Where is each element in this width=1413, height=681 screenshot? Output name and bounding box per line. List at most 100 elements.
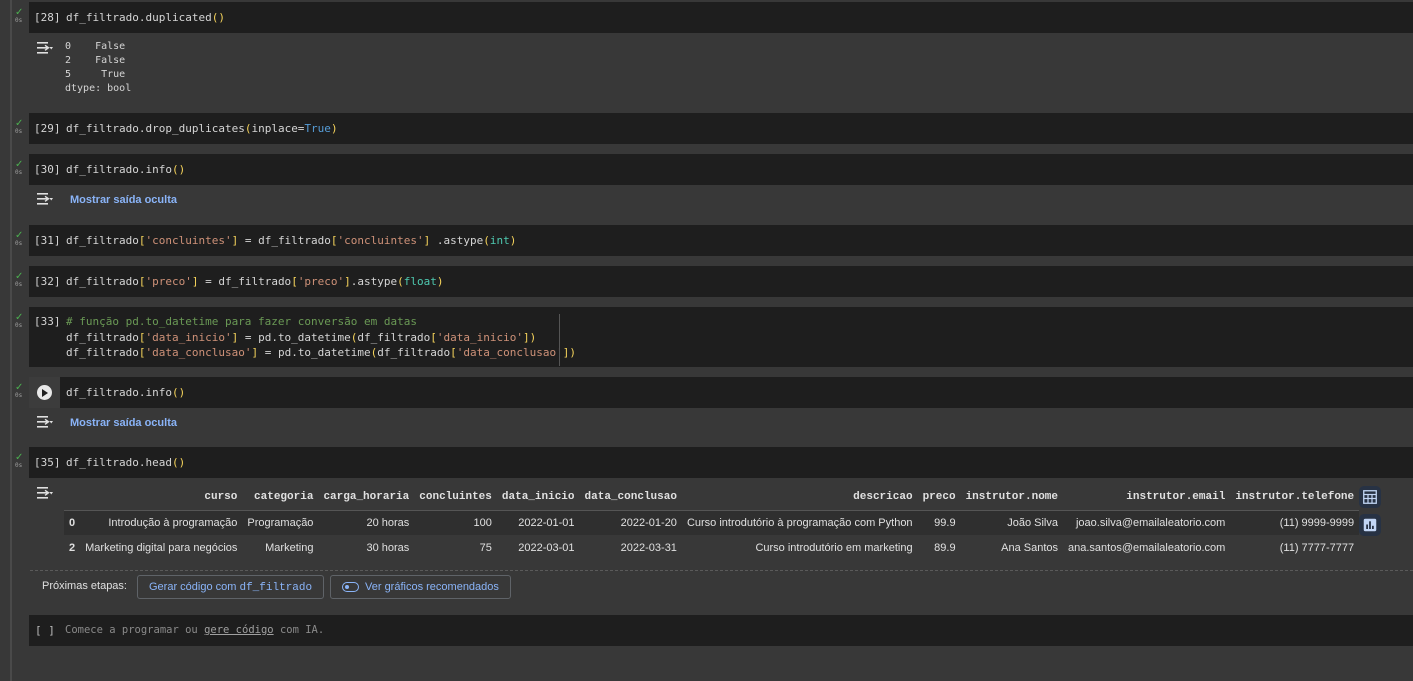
- code-line[interactable]: df_filtrado['preco'] = df_filtrado['prec…: [66, 274, 444, 290]
- code-line[interactable]: df_filtrado.drop_duplicates(inplace=True…: [66, 121, 338, 137]
- suggest-charts-button[interactable]: [1359, 514, 1381, 536]
- output-text: 0 False 2 False 5 True dtype: bool: [65, 41, 132, 94]
- convert-to-interactive-table-button[interactable]: [1359, 486, 1381, 508]
- divider: [30, 570, 1413, 571]
- code-cell-30[interactable]: ✓ 0s [30] df_filtrado.info() Mostrar saíd…: [12, 154, 1413, 216]
- code-comment: # função pd.to_datetime para fazer conve…: [66, 315, 417, 328]
- row-index: 2: [69, 541, 76, 554]
- code-placeholder[interactable]: Comece a programar ou gere código com IA…: [65, 624, 324, 636]
- table-cell: Ana Santos: [1001, 541, 1058, 554]
- table-cell: 2022-01-20: [620, 516, 677, 529]
- status-icon: ✓ 0s: [15, 271, 24, 289]
- execution-count: [32]: [34, 275, 61, 288]
- code-cell-35[interactable]: ✓ 0s [35] df_filtrado.head(): [12, 447, 1413, 478]
- table-cell: (11) 9999-9999: [1279, 516, 1355, 529]
- row-index: 0: [69, 516, 76, 529]
- check-icon: ✓: [15, 452, 24, 463]
- execution-count: [31]: [34, 234, 61, 247]
- code-block[interactable]: # função pd.to_datetime para fazer conve…: [66, 314, 576, 361]
- table-cell: 99.9: [934, 516, 956, 529]
- column-header: concluintes: [414, 485, 497, 511]
- generate-code-button[interactable]: Gerar código com df_filtrado: [137, 575, 325, 599]
- table-cell: ana.santos@emailaleatorio.com: [1068, 541, 1226, 554]
- status-icon: ✓ 0s: [15, 7, 24, 25]
- column-header: carga_horaria: [318, 485, 415, 511]
- table-cell: 75: [479, 541, 492, 554]
- cell-output: 0 False 2 False 5 True dtype: bool: [29, 33, 1413, 99]
- run-cell-button[interactable]: [29, 377, 60, 408]
- table-cell: 30 horas: [366, 541, 410, 554]
- code-cell-29[interactable]: ✓ 0s [29] df_filtrado.drop_duplicates(inp…: [12, 113, 1413, 144]
- code-line[interactable]: df_filtrado.head(): [66, 455, 185, 471]
- table-cell: 20 horas: [366, 516, 410, 529]
- show-hidden-output-link[interactable]: Mostrar saída oculta: [70, 417, 177, 429]
- table-cell: Marketing digital para negócios: [85, 541, 238, 554]
- table-cell: Marketing: [265, 541, 314, 554]
- status-icon: ✓ 0s: [15, 312, 24, 330]
- code-editor[interactable]: df_filtrado.info(): [29, 377, 1413, 408]
- table-cell: Curso introdutório em marketing: [755, 541, 913, 554]
- column-header: curso: [80, 485, 243, 511]
- code-line[interactable]: df_filtrado.info(): [66, 162, 185, 178]
- check-icon: ✓: [15, 230, 24, 241]
- next-steps-label: Próximas etapas:: [42, 580, 127, 592]
- notebook: ✓ 0s [28] df_filtrado.duplicated() 0 Fals…: [0, 0, 1413, 681]
- code-editor[interactable]: [28] df_filtrado.duplicated(): [29, 2, 1413, 33]
- status-icon: ✓ 0s: [15, 230, 24, 248]
- code-editor[interactable]: [29] df_filtrado.drop_duplicates(inplace…: [29, 113, 1413, 144]
- check-icon: ✓: [15, 271, 24, 282]
- code-line[interactable]: df_filtrado.info(): [66, 385, 185, 401]
- execution-count: [30]: [34, 163, 61, 176]
- table-cell: 2022-03-31: [620, 541, 677, 554]
- column-header: instrutor.email: [1063, 485, 1231, 511]
- dataframe-table: curso categoria carga_horaria concluinte…: [64, 485, 1360, 560]
- play-icon[interactable]: [37, 385, 52, 400]
- code-line[interactable]: df_filtrado.duplicated(): [66, 10, 225, 26]
- table-cell: 2022-01-01: [518, 516, 575, 529]
- code-editor[interactable]: [35] df_filtrado.head(): [29, 447, 1413, 478]
- output-toggle-icon[interactable]: [36, 415, 54, 429]
- output-toggle-icon[interactable]: [36, 486, 54, 500]
- code-line: df_filtrado['data_inicio'] = pd.to_datet…: [66, 330, 537, 344]
- editor-ruler: [559, 314, 560, 366]
- table-row: 0 Introdução à programação Programação 2…: [64, 510, 1360, 535]
- code-cell-33[interactable]: ✓ 0s [33] # função pd.to_datetime para fa…: [12, 307, 1413, 367]
- check-icon: ✓: [15, 118, 24, 129]
- code-editor[interactable]: [31] df_filtrado['concluintes'] = df_fil…: [29, 225, 1413, 256]
- empty-code-cell[interactable]: [ ] Comece a programar ou gere código co…: [29, 615, 1413, 646]
- code-editor[interactable]: [30] df_filtrado.info(): [29, 154, 1413, 185]
- code-cell-34[interactable]: ✓ 0s df_filtrado.info() Mostrar saída ocu…: [12, 377, 1413, 439]
- code-editor[interactable]: [33] # função pd.to_datetime para fazer …: [29, 307, 1413, 367]
- table-cell: João Silva: [1007, 516, 1058, 529]
- code-cell-32[interactable]: ✓ 0s [32] df_filtrado['preco'] = df_filtr…: [12, 266, 1413, 297]
- table-icon: [1363, 490, 1377, 504]
- table-header-row: curso categoria carga_horaria concluinte…: [64, 485, 1360, 511]
- code-line: df_filtrado['data_conclusao'] = pd.to_da…: [66, 346, 576, 359]
- bar-chart-icon: [1363, 518, 1377, 532]
- code-cell-31[interactable]: ✓ 0s [31] df_filtrado['concluintes'] = df…: [12, 225, 1413, 256]
- cell-output: Mostrar saída oculta: [29, 185, 1413, 216]
- table-cell: Curso introdutório à programação com Pyt…: [686, 516, 913, 529]
- output-toggle-icon[interactable]: [36, 41, 54, 55]
- status-icon: ✓ 0s: [15, 382, 24, 400]
- code-editor[interactable]: [32] df_filtrado['preco'] = df_filtrado[…: [29, 266, 1413, 297]
- execution-count: [ ]: [35, 624, 55, 637]
- code-cell-28[interactable]: ✓ 0s [28] df_filtrado.duplicated() 0 Fals…: [12, 2, 1413, 102]
- check-icon: ✓: [15, 159, 24, 170]
- table-cell: joao.silva@emailaleatorio.com: [1075, 516, 1226, 529]
- execution-count: [28]: [34, 11, 61, 24]
- status-icon: ✓ 0s: [15, 452, 24, 470]
- column-header: [64, 485, 81, 511]
- code-line[interactable]: df_filtrado['concluintes'] = df_filtrado…: [66, 233, 516, 249]
- execution-count: [35]: [34, 456, 61, 469]
- generate-code-link[interactable]: gere código: [204, 624, 274, 636]
- table-cell: Introdução à programação: [108, 516, 238, 529]
- check-icon: ✓: [15, 312, 24, 323]
- cell-output: Mostrar saída oculta: [29, 408, 1413, 439]
- output-toggle-icon[interactable]: [36, 192, 54, 206]
- recommended-charts-button[interactable]: Ver gráficos recomendados: [330, 575, 511, 599]
- table-cell: 89.9: [934, 541, 956, 554]
- show-hidden-output-link[interactable]: Mostrar saída oculta: [70, 194, 177, 206]
- status-icon: ✓ 0s: [15, 118, 24, 136]
- column-header: instrutor.telefone: [1230, 485, 1360, 511]
